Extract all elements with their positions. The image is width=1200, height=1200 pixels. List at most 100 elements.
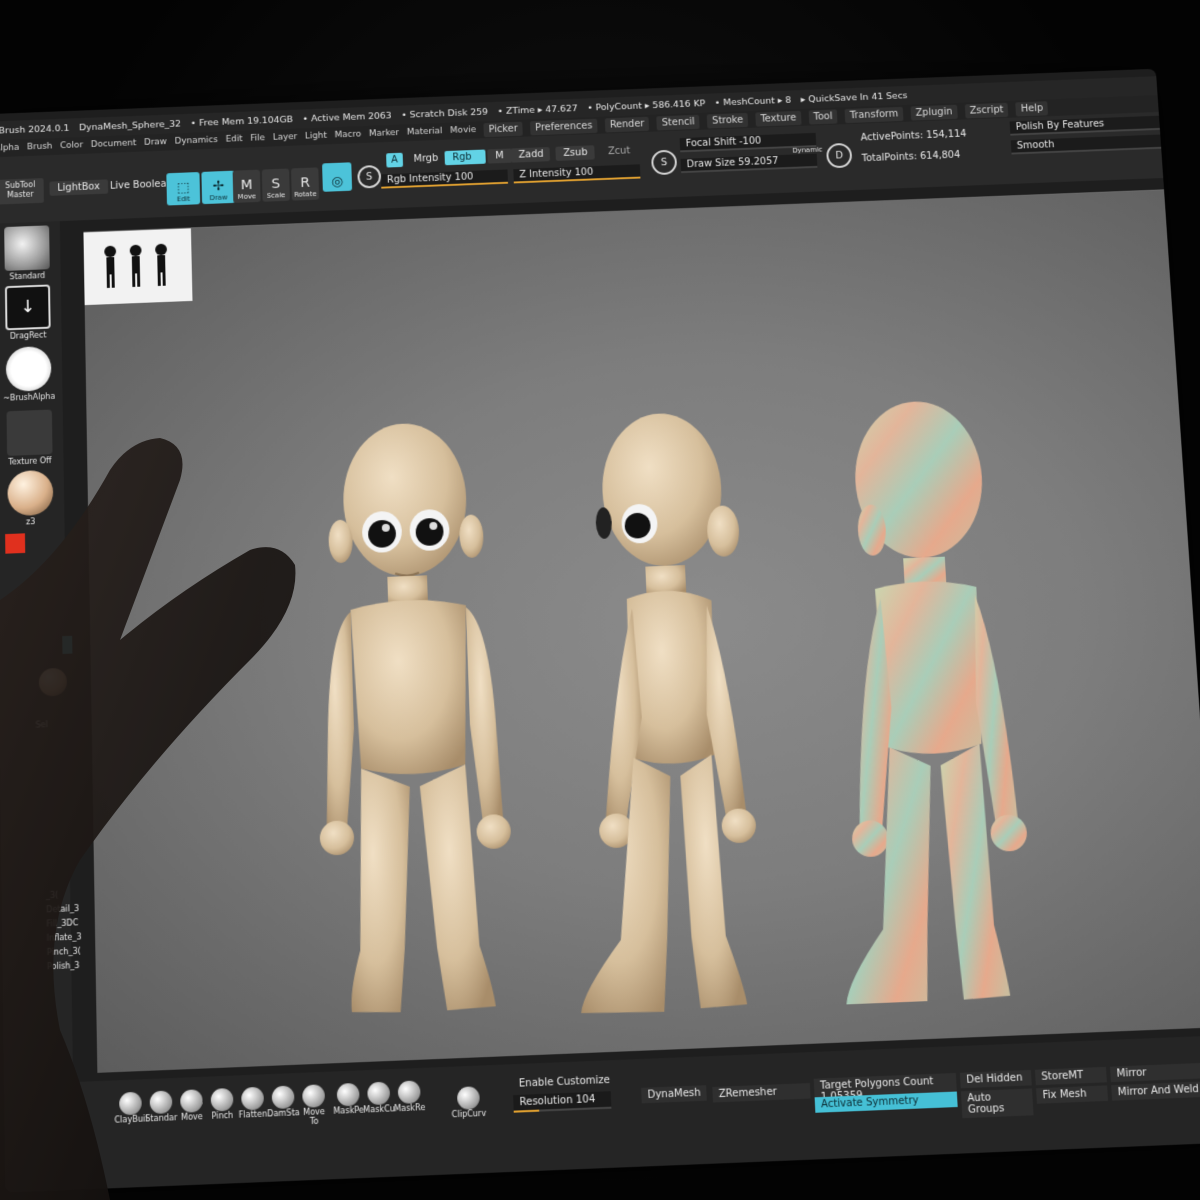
menu-dynamics[interactable]: Dynamics [175,135,218,146]
pinch-brush[interactable]: Pinch [206,1087,239,1121]
mrgb-button[interactable]: Mrgb [406,151,447,167]
standard-icon [149,1090,173,1115]
menu-material[interactable]: Material [407,127,443,138]
edit-button[interactable]: ⬚ Edit [166,172,201,206]
mirror-and-weld-button[interactable]: Mirror And Weld [1111,1080,1200,1101]
menu-transform[interactable]: Transform [844,106,904,123]
menu-zscript[interactable]: Zscript [964,102,1009,119]
brush-selector[interactable]: Standard [1,225,53,281]
zcut-button[interactable]: Zcut [600,144,638,160]
photo-background: ZBrush 2024.0.1 DynaMesh_Sphere_32 • Fre… [0,0,1200,1200]
smooth-slider[interactable]: Smooth [1010,134,1168,155]
material-sphere-small-icon[interactable] [38,667,68,697]
move-label: Move [237,192,257,201]
scale-button[interactable]: S Scale [261,168,290,202]
material-selector[interactable]: z3 [4,469,56,528]
damstandard-brush[interactable]: DamSta [267,1085,300,1119]
menu-light[interactable]: Light [305,131,327,141]
color-swatch[interactable] [5,533,26,554]
enable-customize-button[interactable]: Enable Customize [512,1072,616,1092]
menu-stroke[interactable]: Stroke [707,112,749,129]
texture-selector[interactable]: Texture Off [4,409,56,467]
resolution-slider[interactable]: Resolution 104 [513,1091,612,1113]
menu-zplugin[interactable]: Zplugin [910,104,958,121]
menu-render[interactable]: Render [604,116,650,133]
maskpen-brush[interactable]: MaskPe [332,1082,365,1116]
claybuildup-brush[interactable]: ClayBuil [114,1091,148,1125]
flatten-brush[interactable]: Flatten [236,1086,269,1120]
a-toggle[interactable]: A [386,152,403,168]
maskcurve-brush[interactable]: MaskCu [362,1081,396,1115]
auto-groups-button[interactable]: Auto Groups [960,1088,1034,1119]
focal-shift-icon[interactable]: S [650,149,678,176]
standard-brush[interactable]: Standar [145,1090,178,1124]
m-button[interactable]: M [487,148,512,164]
maskcurve-label: MaskCu [363,1104,396,1115]
dynamesh-button[interactable]: DynaMesh [641,1085,707,1104]
alpha-selector[interactable]: ~BrushAlpha [3,345,55,403]
maskrect-brush[interactable]: MaskRe [393,1080,427,1113]
menu-movie[interactable]: Movie [450,125,476,135]
z-intensity-slider[interactable]: Z Intensity 100 [513,164,641,184]
move-topological-brush[interactable]: Move To [297,1084,331,1127]
rotate-icon: R [300,175,311,191]
lightbox-button[interactable]: LightBox [49,179,108,196]
move-topological-label: Move To [302,1106,326,1127]
mirror-button[interactable]: Mirror [1109,1062,1200,1083]
menu-picker[interactable]: Picker [483,121,523,137]
dynamic-toggle[interactable]: Dynamic [792,146,822,155]
menu-file[interactable]: File [250,134,265,144]
side-view-figure [571,411,757,1016]
menu-preferences[interactable]: Preferences [530,118,598,135]
damstandard-label: DamSta [267,1107,300,1119]
document-canvas[interactable] [83,188,1200,1073]
brush-label: Standard [9,271,46,282]
polish-label: Polish By Features [1015,118,1105,133]
menu-color[interactable]: Color [60,141,83,151]
draw-button[interactable]: ✢ Draw [201,170,236,205]
menu-brush[interactable]: Brush [27,142,52,152]
draw-size-icon[interactable]: D [825,142,853,169]
move-brush[interactable]: Move [175,1089,208,1122]
storemt-button[interactable]: StoreMT [1034,1066,1107,1086]
menu-tool[interactable]: Tool [808,108,838,125]
draw-size-slider[interactable]: Draw Size 59.2057 Dynamic [680,146,823,174]
menu-marker[interactable]: Marker [369,128,400,139]
rotate-button[interactable]: R Rotate [291,167,320,201]
menu-texture[interactable]: Texture [755,110,802,127]
quick-brush-6[interactable]: Polish_3 [47,958,96,974]
zadd-button[interactable]: Zadd [510,147,551,163]
fix-mesh-button[interactable]: Fix Mesh [1036,1085,1109,1104]
menu-macro[interactable]: Macro [334,130,361,140]
character-models [319,399,1028,1016]
menu-layer[interactable]: Layer [273,132,298,142]
left-tray: Standard ↓ DragRect ~BrushAlpha Texture … [0,221,82,1085]
draw-size-label: Draw Size 59.2057 [686,156,779,171]
clipcurve-brush[interactable]: ClipCurv [448,1086,490,1120]
dragrect-icon: ↓ [4,284,51,331]
sphere-toggle-button[interactable]: ◎ [322,162,353,192]
menu-help[interactable]: Help [1015,100,1049,117]
zsub-button[interactable]: Zsub [555,145,595,161]
menu-document[interactable]: Document [91,139,137,150]
menu-edit[interactable]: Edit [226,134,243,144]
del-hidden-button[interactable]: Del Hidden [959,1069,1032,1089]
zremesher-button[interactable]: ZRemesher [712,1083,811,1103]
polish-by-features-slider[interactable]: Polish By Features [1009,115,1166,136]
resolution-label: Resolution 104 [519,1093,596,1109]
menu-stencil[interactable]: Stencil [656,114,700,131]
rotate-label: Rotate [294,190,317,199]
rgb-button[interactable]: Rgb [444,149,486,166]
move-button[interactable]: M Move [232,169,261,203]
select-label[interactable]: Sel [35,720,47,729]
rgb-intensity-slider[interactable]: Rgb Intensity 100 [380,169,509,189]
material-mode-icon[interactable]: S [357,164,382,189]
accent-marker [62,635,73,654]
material-sphere-icon [7,469,54,517]
menu-alpha[interactable]: Alpha [0,143,19,153]
active-mem: • Active Mem 2063 [302,110,392,125]
subtool-master-button[interactable]: SubTool Master [0,178,44,205]
zbrush-screen: ZBrush 2024.0.1 DynaMesh_Sphere_32 • Fre… [0,68,1200,1193]
menu-draw[interactable]: Draw [144,137,167,147]
stroke-selector[interactable]: ↓ DragRect [2,284,54,341]
